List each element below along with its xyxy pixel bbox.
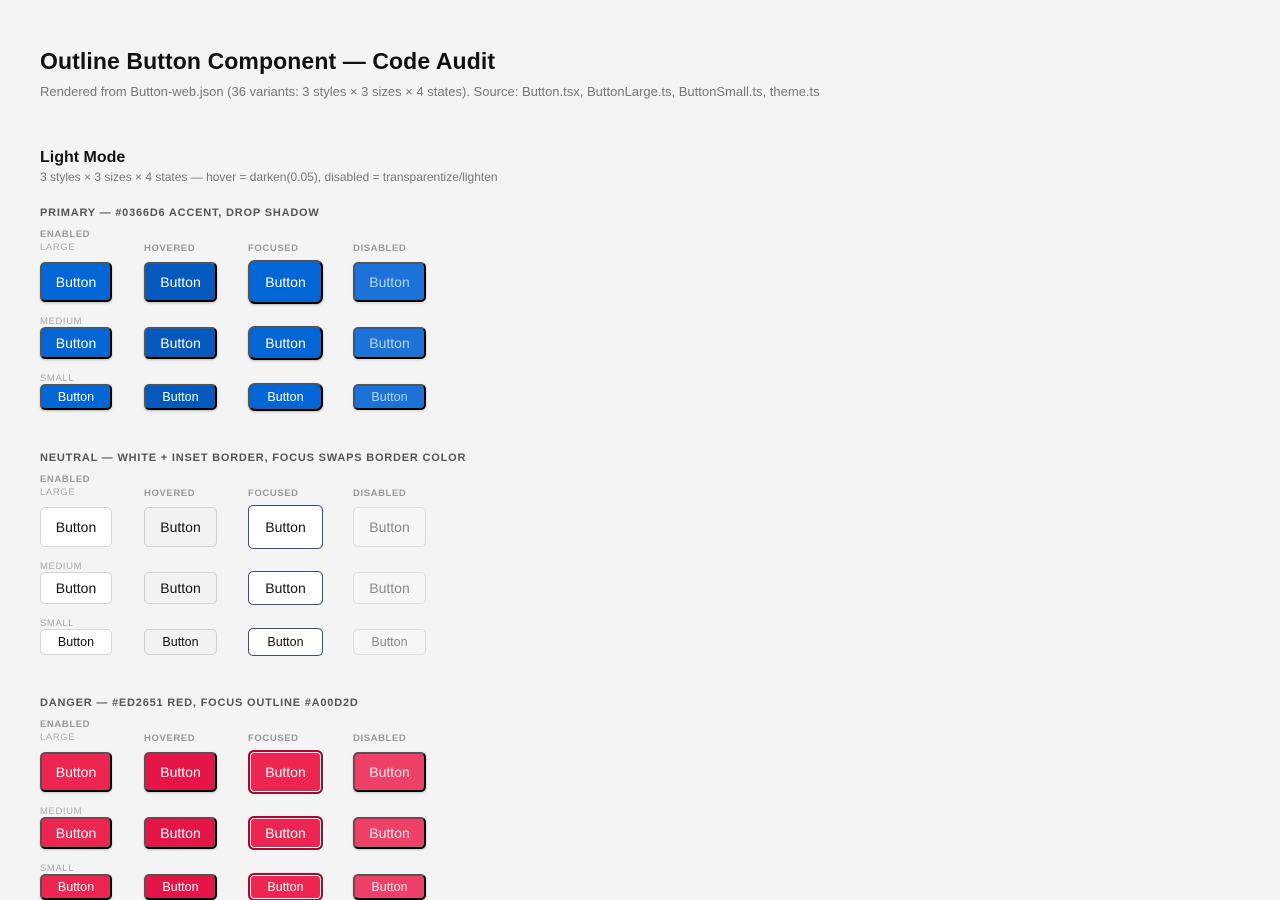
primary-small-focused-button[interactable]: Button: [248, 383, 323, 411]
danger-small-enabled-button[interactable]: Button: [40, 874, 112, 900]
primary-large-focused-button[interactable]: Button: [248, 260, 323, 304]
state-label-disabled: DISABLED: [353, 488, 407, 499]
danger-large-hovered-button[interactable]: Button: [144, 752, 217, 792]
danger-medium-enabled-button[interactable]: Button: [40, 817, 112, 849]
neutral-small-enabled-button[interactable]: Button: [40, 629, 112, 655]
primary-medium-enabled-button[interactable]: Button: [40, 327, 112, 359]
neutral-medium-focused-button[interactable]: Button: [248, 571, 323, 605]
primary-medium-focused-button[interactable]: Button: [248, 326, 323, 360]
sections: PRIMARY — #0366D6 ACCENT, DROP SHADOW ENA…: [40, 207, 1240, 900]
neutral-small-disabled-button[interactable]: Button: [353, 629, 426, 655]
state-label-disabled: DISABLED: [353, 733, 407, 744]
neutral-small-hovered-button[interactable]: Button: [144, 629, 217, 655]
page: Outline Button Component — Code Audit Re…: [0, 0, 1280, 900]
danger-large-focused-button[interactable]: Button: [248, 750, 323, 794]
mode-subtitle: 3 styles × 3 sizes × 4 states — hover = …: [40, 170, 498, 184]
neutral-medium-disabled-button[interactable]: Button: [353, 572, 426, 604]
section-title: NEUTRAL — WHITE + INSET BORDER, FOCUS SW…: [40, 452, 467, 464]
state-label-hovered: HOVERED: [144, 733, 196, 744]
section-title: DANGER — #ED2651 RED, FOCUS OUTLINE #A00…: [40, 697, 359, 709]
size-label-medium: MEDIUM: [40, 316, 83, 327]
state-label-disabled: DISABLED: [353, 243, 407, 254]
primary-medium-hovered-button[interactable]: Button: [144, 327, 217, 359]
danger-small-focused-button[interactable]: Button: [248, 873, 323, 900]
neutral-large-enabled-button[interactable]: Button: [40, 507, 112, 547]
section-primary: PRIMARY — #0366D6 ACCENT, DROP SHADOW ENA…: [40, 207, 1240, 452]
neutral-medium-hovered-button[interactable]: Button: [144, 572, 217, 604]
neutral-large-hovered-button[interactable]: Button: [144, 507, 217, 547]
danger-large-disabled-button[interactable]: Button: [353, 752, 426, 792]
danger-medium-focused-button[interactable]: Button: [248, 816, 323, 850]
section-danger: DANGER — #ED2651 RED, FOCUS OUTLINE #A00…: [40, 697, 1240, 900]
state-label-enabled: ENABLED: [40, 229, 91, 240]
neutral-large-focused-button[interactable]: Button: [248, 505, 323, 549]
size-label-large: LARGE: [40, 242, 76, 253]
size-label-medium: MEDIUM: [40, 806, 83, 817]
state-label-focused: FOCUSED: [248, 733, 299, 744]
state-label-hovered: HOVERED: [144, 488, 196, 499]
state-label-enabled: ENABLED: [40, 474, 91, 485]
primary-large-hovered-button[interactable]: Button: [144, 262, 217, 302]
primary-large-disabled-button[interactable]: Button: [353, 262, 426, 302]
primary-small-disabled-button[interactable]: Button: [353, 384, 426, 410]
page-title: Outline Button Component — Code Audit: [40, 48, 496, 74]
primary-small-enabled-button[interactable]: Button: [40, 384, 112, 410]
primary-medium-disabled-button[interactable]: Button: [353, 327, 426, 359]
mode-title: Light Mode: [40, 149, 126, 166]
size-label-large: LARGE: [40, 732, 76, 743]
size-label-medium: MEDIUM: [40, 561, 83, 572]
neutral-large-disabled-button[interactable]: Button: [353, 507, 426, 547]
size-label-small: SMALL: [40, 863, 75, 874]
section-title: PRIMARY — #0366D6 ACCENT, DROP SHADOW: [40, 207, 320, 219]
danger-medium-hovered-button[interactable]: Button: [144, 817, 217, 849]
page-subtitle: Rendered from Button-web.json (36 varian…: [40, 84, 820, 99]
neutral-small-focused-button[interactable]: Button: [248, 628, 323, 656]
state-label-hovered: HOVERED: [144, 243, 196, 254]
state-label-enabled: ENABLED: [40, 719, 91, 730]
state-label-focused: FOCUSED: [248, 488, 299, 499]
size-label-small: SMALL: [40, 373, 75, 384]
danger-medium-disabled-button[interactable]: Button: [353, 817, 426, 849]
size-label-small: SMALL: [40, 618, 75, 629]
danger-small-disabled-button[interactable]: Button: [353, 874, 426, 900]
danger-large-enabled-button[interactable]: Button: [40, 752, 112, 792]
size-label-large: LARGE: [40, 487, 76, 498]
primary-small-hovered-button[interactable]: Button: [144, 384, 217, 410]
state-label-focused: FOCUSED: [248, 243, 299, 254]
section-neutral: NEUTRAL — WHITE + INSET BORDER, FOCUS SW…: [40, 452, 1240, 697]
danger-small-hovered-button[interactable]: Button: [144, 874, 217, 900]
neutral-medium-enabled-button[interactable]: Button: [40, 572, 112, 604]
primary-large-enabled-button[interactable]: Button: [40, 262, 112, 302]
